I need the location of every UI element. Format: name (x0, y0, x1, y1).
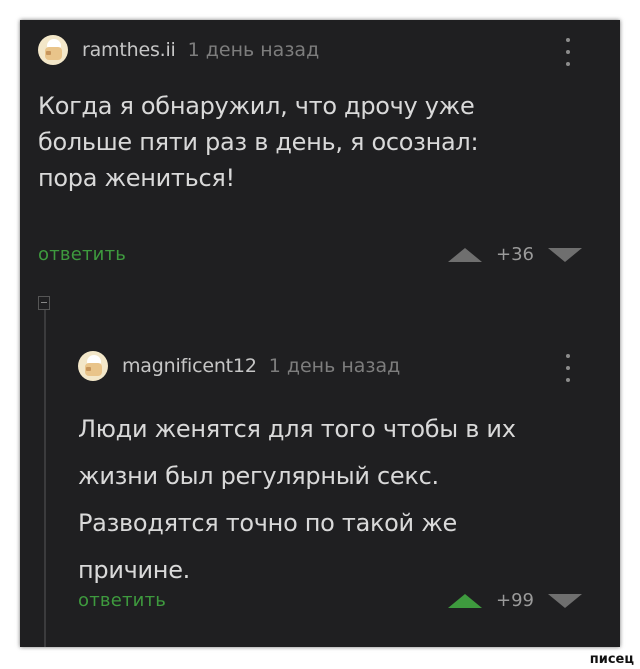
comment-text: Люди женятся для того чтобы в их жизни б… (78, 415, 516, 584)
more-options-icon[interactable] (566, 354, 570, 382)
comment-header: magnificent12 1 день назад (78, 350, 400, 382)
rating-controls: +36 (448, 244, 582, 265)
username[interactable]: magnificent12 (122, 355, 257, 377)
downvote-icon[interactable] (548, 247, 582, 262)
upvote-icon[interactable] (448, 247, 482, 262)
rating-count: +99 (496, 590, 534, 611)
avatar[interactable] (38, 35, 68, 65)
rating-count: +36 (496, 244, 534, 265)
collapse-thread-icon[interactable] (38, 296, 50, 310)
upvote-icon[interactable] (448, 593, 482, 608)
thread-line (44, 296, 46, 647)
username[interactable]: ramthes.ii (82, 39, 176, 61)
timestamp: 1 день назад (187, 39, 320, 61)
comment: ramthes.ii 1 день назад Когда я обнаружи… (20, 20, 620, 310)
avatar-mark (86, 367, 91, 371)
comment-text: Когда я обнаружил, что дрочу уже больше … (38, 92, 479, 192)
rating-controls: +99 (448, 590, 582, 611)
comments-panel: ramthes.ii 1 день назад Когда я обнаружи… (20, 20, 620, 647)
watermark: писец (589, 652, 634, 667)
comment: magnificent12 1 день назад Люди женятся … (60, 310, 620, 647)
reply-button[interactable]: ответить (78, 590, 166, 611)
avatar[interactable] (78, 351, 108, 381)
downvote-icon[interactable] (548, 593, 582, 608)
more-options-icon[interactable] (566, 38, 570, 66)
comment-header: ramthes.ii 1 день назад (38, 34, 319, 66)
reply-button[interactable]: ответить (38, 244, 126, 265)
timestamp: 1 день назад (268, 355, 401, 377)
avatar-mark (46, 51, 51, 55)
